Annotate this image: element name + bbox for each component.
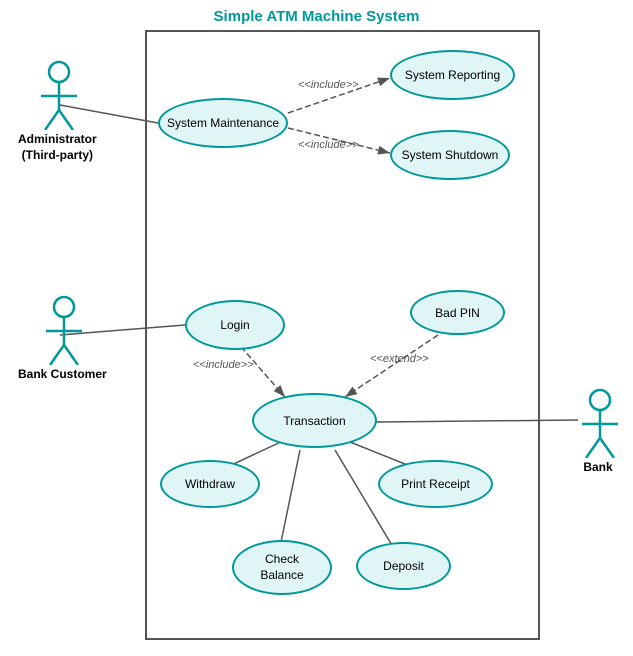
usecase-system-shutdown: System Shutdown <box>390 130 510 180</box>
bank-icon <box>578 388 618 458</box>
usecase-system-maintenance: System Maintenance <box>158 98 288 148</box>
bank-customer-label: Bank Customer <box>18 367 107 383</box>
diagram-title: Simple ATM Machine System <box>214 8 420 25</box>
usecase-deposit: Deposit <box>356 542 451 590</box>
usecase-print-receipt: Print Receipt <box>378 460 493 508</box>
actor-administrator: Administrator(Third-party) <box>18 60 97 163</box>
actor-bank-customer: Bank Customer <box>18 295 107 383</box>
usecase-check-balance: Check Balance <box>232 540 332 595</box>
bank-label: Bank <box>583 460 612 476</box>
usecase-bad-pin: Bad PIN <box>410 290 505 335</box>
diagram-container: Simple ATM Machine System <box>0 0 633 656</box>
administrator-icon <box>37 60 77 130</box>
actor-bank: Bank <box>578 388 618 476</box>
usecase-login: Login <box>185 300 285 350</box>
usecase-transaction: Transaction <box>252 393 377 448</box>
usecase-withdraw: Withdraw <box>160 460 260 508</box>
bank-customer-icon <box>42 295 82 365</box>
administrator-label: Administrator(Third-party) <box>18 132 97 163</box>
usecase-system-reporting: System Reporting <box>390 50 515 100</box>
